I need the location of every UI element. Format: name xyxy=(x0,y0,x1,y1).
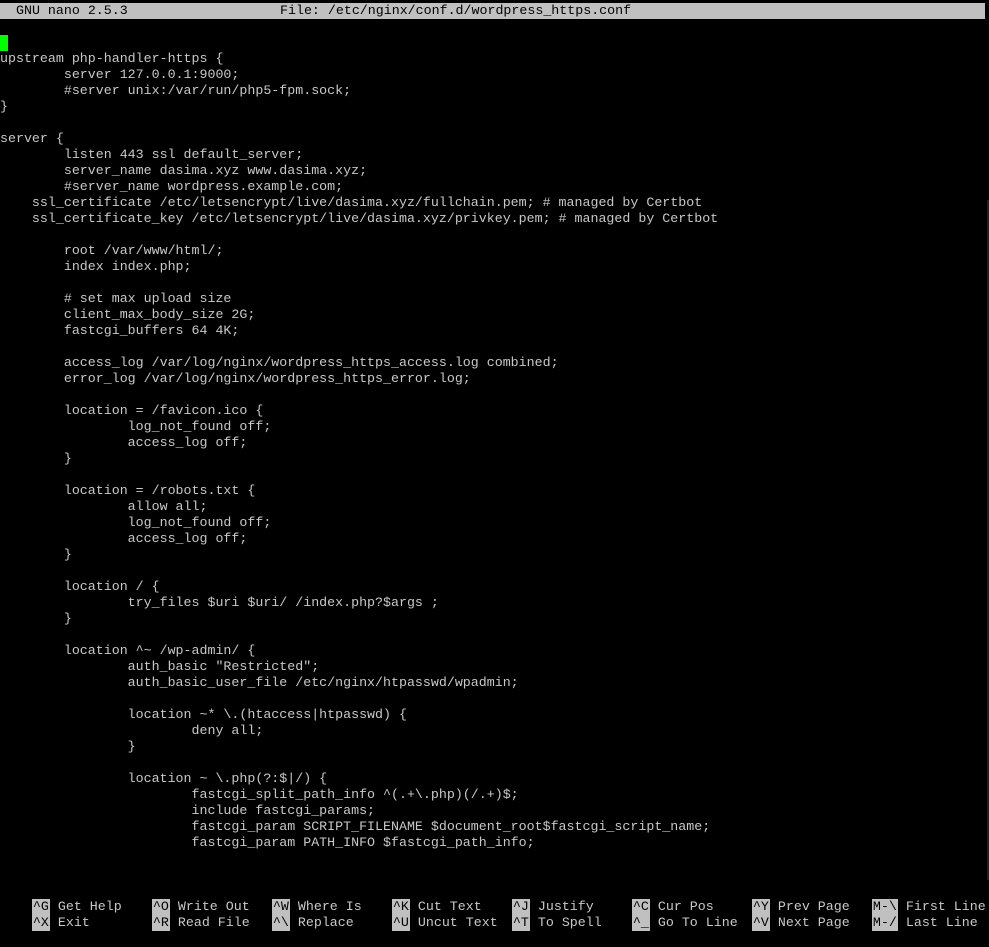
editor-line[interactable]: server { xyxy=(0,131,989,147)
editor-line[interactable]: location ~* \.(htaccess|htpasswd) { xyxy=(0,707,989,723)
shortcut-key: ^V xyxy=(751,915,770,931)
editor-line[interactable]: location / { xyxy=(0,579,989,595)
editor-line[interactable]: auth_basic_user_file /etc/nginx/htpasswd… xyxy=(0,675,989,691)
shortcut-first-line[interactable]: M-\ First Line xyxy=(840,883,986,915)
shortcut-exit[interactable]: ^X Exit xyxy=(0,899,90,931)
shortcut-label: Read File xyxy=(177,915,250,930)
editor-line[interactable]: location ^~ /wp-admin/ { xyxy=(0,643,989,659)
editor-line[interactable]: root /var/www/html/; xyxy=(0,243,989,259)
editor-line[interactable] xyxy=(0,275,989,291)
editor-line[interactable]: } xyxy=(0,451,989,467)
editor-line[interactable]: location = /robots.txt { xyxy=(0,483,989,499)
editor-line[interactable]: server 127.0.0.1:9000; xyxy=(0,67,989,83)
shortcut-get-help[interactable]: ^G Get Help xyxy=(0,883,122,915)
shortcut-bar: ^G Get Help ^O Write Out ^W Where Is ^K Cut … xyxy=(0,883,989,931)
shortcut-to-spell[interactable]: ^T To Spell xyxy=(480,899,602,931)
editor-line[interactable]: location = /favicon.ico { xyxy=(0,403,989,419)
editor-line[interactable] xyxy=(0,691,989,707)
shortcut-key: ^U xyxy=(391,915,410,931)
editor-line[interactable] xyxy=(0,115,989,131)
editor-line[interactable] xyxy=(0,227,989,243)
shortcut-key: ^R xyxy=(151,915,170,931)
editor-line[interactable]: access_log off; xyxy=(0,531,989,547)
editor-line[interactable]: fastcgi_split_path_info ^(.+\.php)(/.+)$… xyxy=(0,787,989,803)
shortcut-label: Exit xyxy=(57,915,90,930)
editor-line[interactable]: auth_basic "Restricted"; xyxy=(0,659,989,675)
shortcut-where-is[interactable]: ^W Where Is xyxy=(240,883,362,915)
editor-line[interactable]: index index.php; xyxy=(0,259,989,275)
editor-line[interactable]: access_log /var/log/nginx/wordpress_http… xyxy=(0,355,989,371)
shortcut-key: ^\ xyxy=(271,915,290,931)
editor-line[interactable]: # set max upload size xyxy=(0,291,989,307)
shortcut-replace[interactable]: ^\ Replace xyxy=(240,899,354,931)
editor-buffer[interactable]: upstream php-handler-https { server 127.… xyxy=(0,35,989,851)
shortcut-write-out[interactable]: ^O Write Out xyxy=(120,883,250,915)
editor-line[interactable] xyxy=(0,339,989,355)
editor-line[interactable]: ssl_certificate_key /etc/letsencrypt/liv… xyxy=(0,211,989,227)
editor-line[interactable]: error_log /var/log/nginx/wordpress_https… xyxy=(0,371,989,387)
editor-line[interactable] xyxy=(0,35,989,51)
shortcut-justify[interactable]: ^J Justify xyxy=(480,883,594,915)
nano-title-bar: GNU nano 2.5.3 File: /etc/nginx/conf.d/w… xyxy=(0,3,985,19)
editor-line[interactable]: } xyxy=(0,739,989,755)
shortcut-key: M-/ xyxy=(871,915,898,931)
shortcut-last-line[interactable]: M-/ Last Line xyxy=(840,899,978,931)
editor-line[interactable]: allow all; xyxy=(0,499,989,515)
shortcut-prev-page[interactable]: ^Y Prev Page xyxy=(720,883,850,915)
editor-line[interactable] xyxy=(0,467,989,483)
shortcut-read-file[interactable]: ^R Read File xyxy=(120,899,250,931)
editor-line[interactable]: try_files $uri $uri/ /index.php?$args ; xyxy=(0,595,989,611)
editor-line[interactable]: listen 443 ssl default_server; xyxy=(0,147,989,163)
editor-line[interactable]: upstream php-handler-https { xyxy=(0,51,989,67)
editor-line[interactable]: ssl_certificate /etc/letsencrypt/live/da… xyxy=(0,195,989,211)
editor-line[interactable] xyxy=(0,563,989,579)
editor-line[interactable]: #server unix:/var/run/php5-fpm.sock; xyxy=(0,83,989,99)
editor-line[interactable] xyxy=(0,755,989,771)
editor-line[interactable]: deny all; xyxy=(0,723,989,739)
editor-line[interactable]: } xyxy=(0,99,989,115)
editor-line[interactable]: fastcgi_param SCRIPT_FILENAME $document_… xyxy=(0,819,989,835)
shortcut-key: ^_ xyxy=(631,915,650,931)
shortcut-cut-text[interactable]: ^K Cut Text xyxy=(360,883,482,915)
editor-line[interactable]: fastcgi_param PATH_INFO $fastcgi_path_in… xyxy=(0,835,989,851)
shortcut-next-page[interactable]: ^V Next Page xyxy=(720,899,850,931)
shortcut-label: Last Line xyxy=(905,915,978,930)
shortcut-label: Replace xyxy=(297,915,354,930)
shortcut-cur-pos[interactable]: ^C Cur Pos xyxy=(600,883,714,915)
editor-line[interactable] xyxy=(0,627,989,643)
editor-line[interactable]: log_not_found off; xyxy=(0,515,989,531)
editor-line[interactable]: location ~ \.php(?:$|/) { xyxy=(0,771,989,787)
editor-line[interactable]: fastcgi_buffers 64 4K; xyxy=(0,323,989,339)
shortcut-key: ^T xyxy=(511,915,530,931)
editor-line[interactable]: log_not_found off; xyxy=(0,419,989,435)
shortcut-key: ^X xyxy=(31,915,50,931)
editor-line[interactable]: #server_name wordpress.example.com; xyxy=(0,179,989,195)
shortcut-label: Next Page xyxy=(777,915,850,930)
editor-line[interactable]: access_log off; xyxy=(0,435,989,451)
shortcut-uncut-text[interactable]: ^U Uncut Text xyxy=(360,899,498,931)
editor-line[interactable]: client_max_body_size 2G; xyxy=(0,307,989,323)
editor-line[interactable] xyxy=(0,387,989,403)
nano-version: GNU nano 2.5.3 xyxy=(16,3,128,18)
text-cursor xyxy=(0,35,8,51)
editor-line[interactable]: server_name dasima.xyz www.dasima.xyz; xyxy=(0,163,989,179)
file-name: File: /etc/nginx/conf.d/wordpress_https.… xyxy=(280,3,632,18)
shortcut-go-to-line[interactable]: ^_ Go To Line xyxy=(600,899,738,931)
shortcut-label: To Spell xyxy=(537,915,602,930)
editor-line[interactable]: } xyxy=(0,611,989,627)
editor-line[interactable]: } xyxy=(0,547,989,563)
editor-line[interactable]: include fastcgi_params; xyxy=(0,803,989,819)
